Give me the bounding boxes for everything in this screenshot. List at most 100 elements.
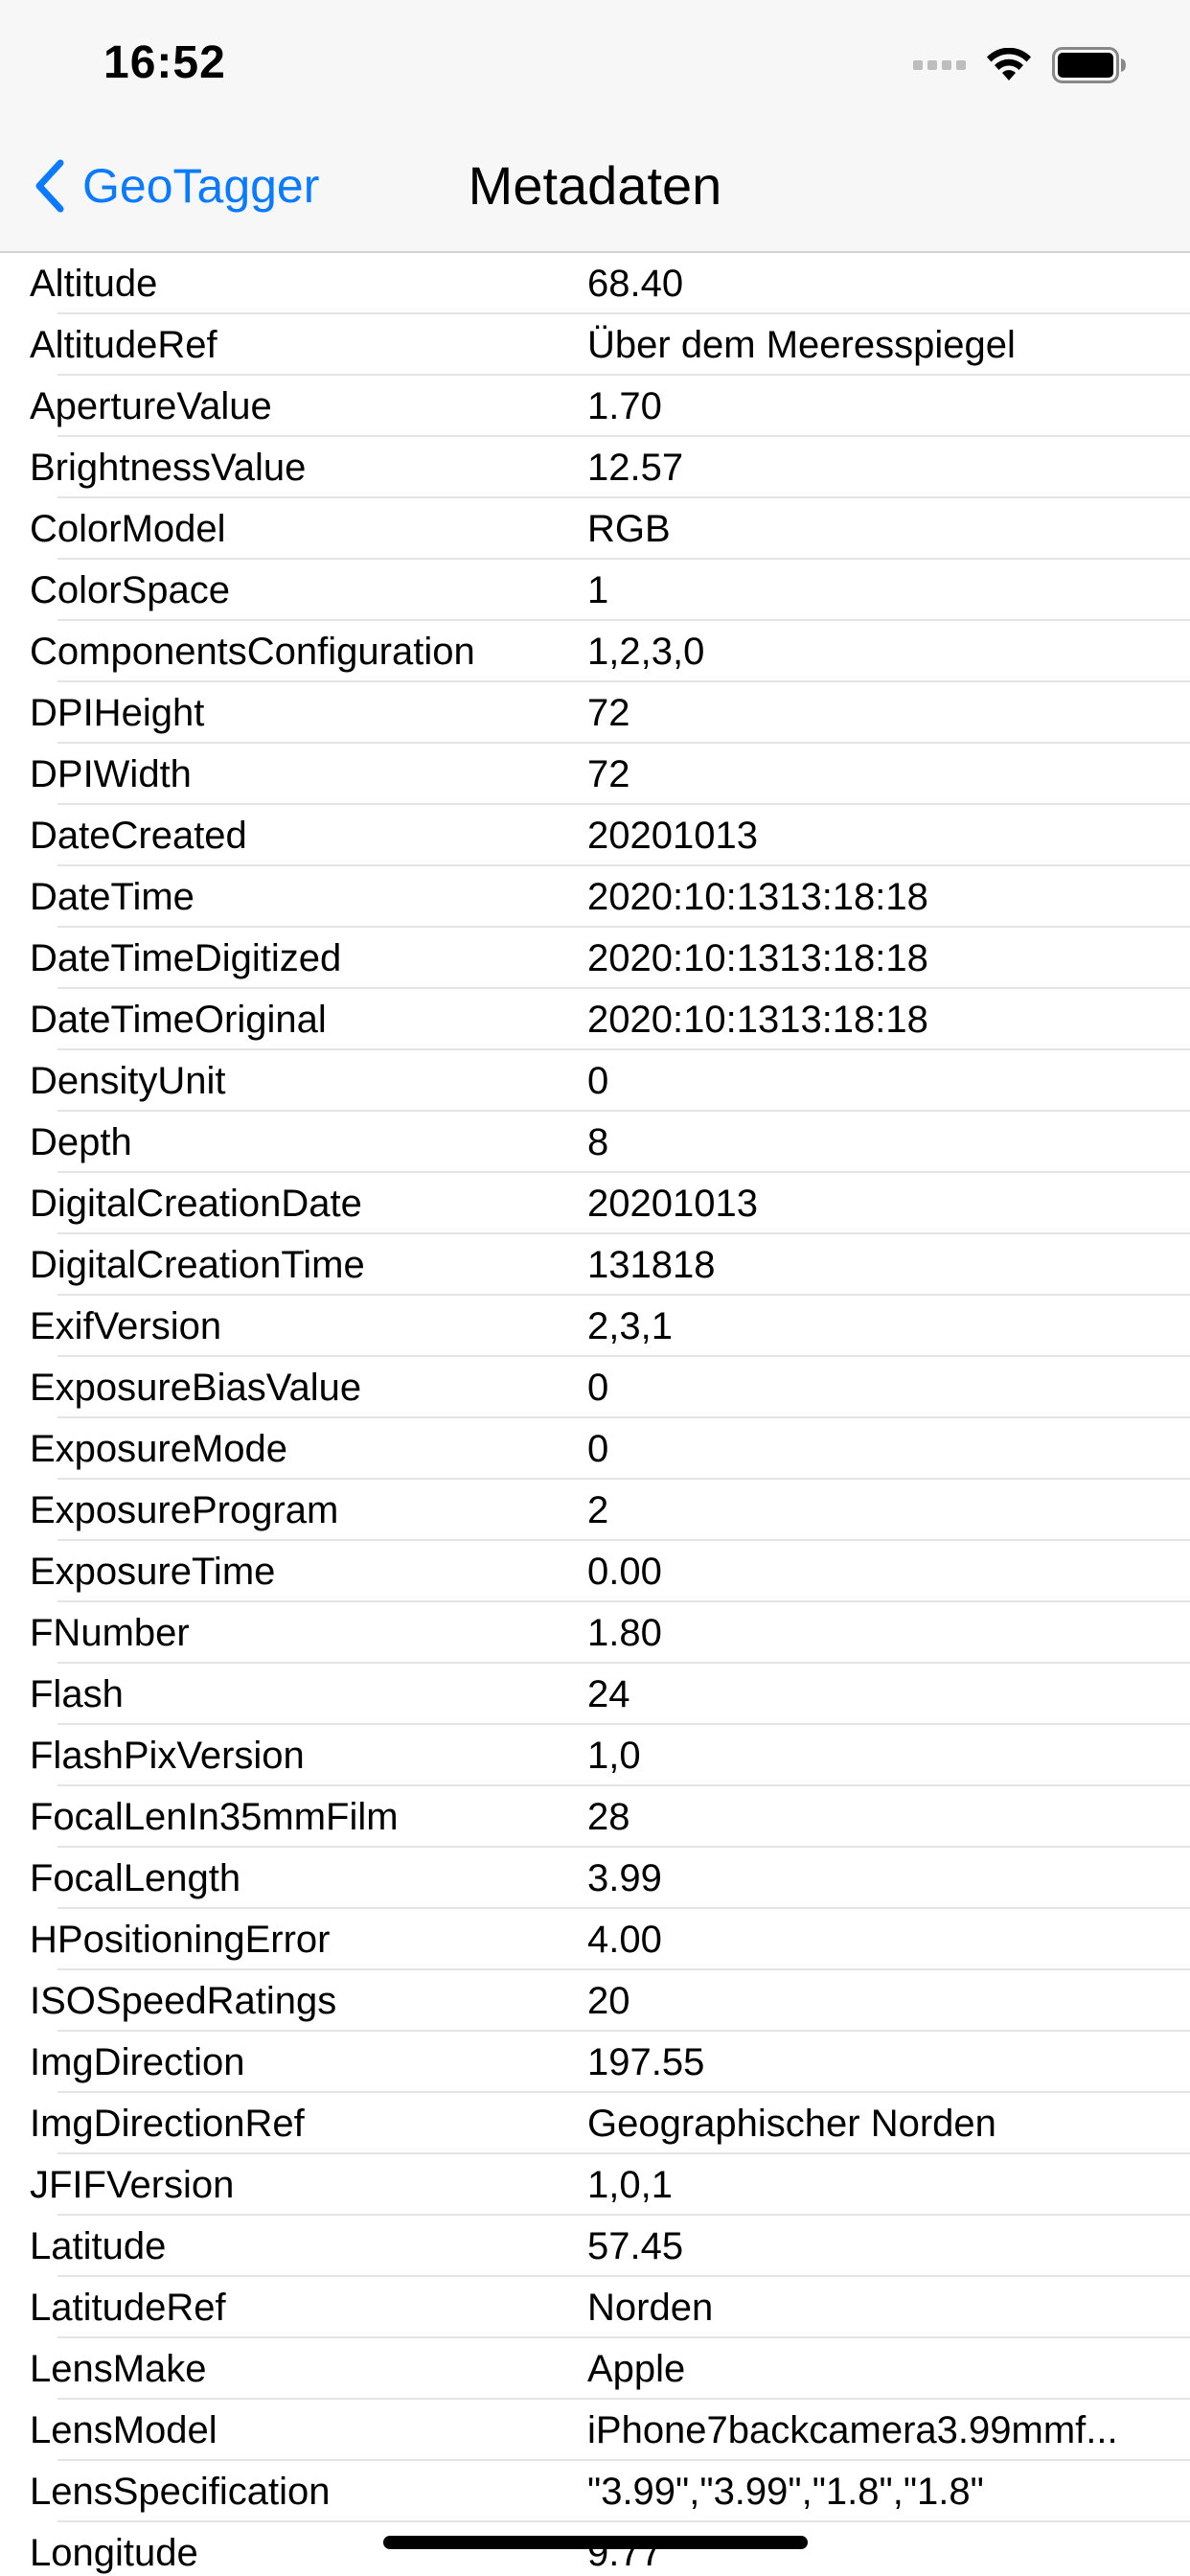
table-row[interactable]: Longitude 9.77 bbox=[0, 2522, 1190, 2576]
table-row[interactable]: DPIWidth 72 bbox=[0, 744, 1190, 805]
row-value: 2020:10:1313:18:18 bbox=[587, 999, 928, 1041]
row-value: 2,3,1 bbox=[587, 1305, 673, 1347]
table-row[interactable]: Depth 8 bbox=[0, 1112, 1190, 1173]
row-key: LensSpecification bbox=[30, 2471, 331, 2513]
table-row[interactable]: FocalLength 3.99 bbox=[0, 1848, 1190, 1909]
table-row[interactable]: ExposureProgram 2 bbox=[0, 1480, 1190, 1541]
table-row[interactable]: Latitude 57.45 bbox=[0, 2216, 1190, 2277]
row-value: 20201013 bbox=[587, 815, 758, 857]
table-row[interactable]: FlashPixVersion 1,0 bbox=[0, 1725, 1190, 1786]
row-value: 24 bbox=[587, 1673, 630, 1715]
row-key: AltitudeRef bbox=[30, 324, 217, 366]
row-value: 2020:10:1313:18:18 bbox=[587, 937, 928, 979]
row-key: ExposureBiasValue bbox=[30, 1367, 362, 1409]
row-value: 8 bbox=[587, 1121, 609, 1163]
row-value: Geographischer Norden bbox=[587, 2103, 996, 2145]
row-key: FNumber bbox=[30, 1612, 190, 1654]
row-key: DigitalCreationDate bbox=[30, 1183, 362, 1225]
table-row[interactable]: ExposureTime 0.00 bbox=[0, 1541, 1190, 1602]
row-key: ExposureTime bbox=[30, 1551, 276, 1593]
row-key: Depth bbox=[30, 1121, 132, 1163]
navigation-bar: GeoTagger Metadaten bbox=[0, 126, 1190, 253]
table-row[interactable]: ISOSpeedRatings 20 bbox=[0, 1970, 1190, 2032]
row-key: ISOSpeedRatings bbox=[30, 1980, 337, 2022]
table-row[interactable]: JFIFVersion 1,0,1 bbox=[0, 2154, 1190, 2216]
table-row[interactable]: HPositioningError 4.00 bbox=[0, 1909, 1190, 1970]
table-row[interactable]: DateTimeDigitized 2020:10:1313:18:18 bbox=[0, 928, 1190, 989]
top-chrome: 16:52 GeoTagger Metadaten bbox=[0, 0, 1190, 253]
status-time: 16:52 bbox=[103, 37, 226, 88]
row-value: RGB bbox=[587, 508, 671, 550]
table-row[interactable]: ColorModel RGB bbox=[0, 498, 1190, 560]
table-row[interactable]: ImgDirection 197.55 bbox=[0, 2032, 1190, 2093]
status-bar: 16:52 bbox=[0, 0, 1190, 126]
row-value: 72 bbox=[587, 753, 630, 795]
row-key: ImgDirection bbox=[30, 2041, 245, 2083]
cellular-signal-icon bbox=[913, 60, 966, 70]
table-row[interactable]: FNumber 1.80 bbox=[0, 1602, 1190, 1664]
row-key: HPositioningError bbox=[30, 1919, 331, 1961]
table-row[interactable]: ExposureBiasValue 0 bbox=[0, 1357, 1190, 1418]
row-value: 1,2,3,0 bbox=[587, 631, 705, 673]
row-key: Latitude bbox=[30, 2225, 167, 2267]
row-value: 28 bbox=[587, 1796, 630, 1838]
row-value: Apple bbox=[587, 2348, 686, 2390]
table-row[interactable]: ComponentsConfiguration 1,2,3,0 bbox=[0, 621, 1190, 682]
row-key: DateCreated bbox=[30, 815, 247, 857]
row-key: Altitude bbox=[30, 263, 158, 305]
row-value: 0 bbox=[587, 1367, 609, 1409]
row-value: 1,0,1 bbox=[587, 2164, 673, 2206]
row-key: JFIFVersion bbox=[30, 2164, 235, 2206]
table-row[interactable]: DateCreated 20201013 bbox=[0, 805, 1190, 866]
row-value: Norden bbox=[587, 2287, 714, 2329]
table-row[interactable]: ExposureMode 0 bbox=[0, 1418, 1190, 1480]
table-row[interactable]: ImgDirectionRef Geographischer Norden bbox=[0, 2093, 1190, 2154]
table-row[interactable]: LensMake Apple bbox=[0, 2338, 1190, 2400]
row-key: BrightnessValue bbox=[30, 447, 307, 489]
table-row[interactable]: LatitudeRef Norden bbox=[0, 2277, 1190, 2338]
table-row[interactable]: DPIHeight 72 bbox=[0, 682, 1190, 744]
table-row[interactable]: LensSpecification "3.99","3.99","1.8","1.… bbox=[0, 2461, 1190, 2522]
row-key: ExposureProgram bbox=[30, 1489, 339, 1531]
row-key: ExposureMode bbox=[30, 1428, 288, 1470]
metadata-list[interactable]: Altitude 68.40 AltitudeRef Über dem Meeress… bbox=[0, 253, 1190, 2576]
table-row[interactable]: LensModel iPhone7backcamera3.99mmf... bbox=[0, 2400, 1190, 2461]
table-row[interactable]: DigitalCreationTime 131818 bbox=[0, 1234, 1190, 1296]
row-value: 20 bbox=[587, 1980, 630, 2022]
row-value: 9.77 bbox=[587, 2532, 662, 2574]
table-row[interactable]: FocalLenIn35mmFilm 28 bbox=[0, 1786, 1190, 1848]
table-row[interactable]: Flash 24 bbox=[0, 1664, 1190, 1725]
row-key: ComponentsConfiguration bbox=[30, 631, 475, 673]
row-value: iPhone7backcamera3.99mmf... bbox=[587, 2409, 1118, 2451]
row-key: Flash bbox=[30, 1673, 124, 1715]
table-row[interactable]: DateTime 2020:10:1313:18:18 bbox=[0, 866, 1190, 928]
table-row[interactable]: ApertureValue 1.70 bbox=[0, 376, 1190, 437]
table-row[interactable]: DateTimeOriginal 2020:10:1313:18:18 bbox=[0, 989, 1190, 1050]
row-value: 2 bbox=[587, 1489, 609, 1531]
table-row[interactable]: ExifVersion 2,3,1 bbox=[0, 1296, 1190, 1357]
row-key: DPIHeight bbox=[30, 692, 205, 734]
row-value: 4.00 bbox=[587, 1919, 662, 1961]
table-row[interactable]: ColorSpace 1 bbox=[0, 560, 1190, 621]
table-row[interactable]: Altitude 68.40 bbox=[0, 253, 1190, 314]
row-key: FocalLenIn35mmFilm bbox=[30, 1796, 399, 1838]
row-value: 68.40 bbox=[587, 263, 684, 305]
home-indicator[interactable] bbox=[383, 2536, 808, 2549]
row-value: 1,0 bbox=[587, 1735, 641, 1777]
row-key: DPIWidth bbox=[30, 753, 192, 795]
table-row[interactable]: DigitalCreationDate 20201013 bbox=[0, 1173, 1190, 1234]
table-row[interactable]: AltitudeRef Über dem Meeresspiegel bbox=[0, 314, 1190, 376]
row-value: 72 bbox=[587, 692, 630, 734]
row-value: 0.00 bbox=[587, 1551, 662, 1593]
page-title: Metadaten bbox=[468, 155, 722, 216]
battery-icon bbox=[1052, 47, 1126, 83]
row-value: 57.45 bbox=[587, 2225, 684, 2267]
table-row[interactable]: DensityUnit 0 bbox=[0, 1050, 1190, 1112]
row-key: DigitalCreationTime bbox=[30, 1244, 365, 1286]
row-value: 1.70 bbox=[587, 385, 662, 427]
row-key: DateTimeDigitized bbox=[30, 937, 342, 979]
row-key: FocalLength bbox=[30, 1857, 241, 1899]
status-icons bbox=[913, 44, 1127, 86]
table-row[interactable]: BrightnessValue 12.57 bbox=[0, 437, 1190, 498]
row-value: 12.57 bbox=[587, 447, 684, 489]
